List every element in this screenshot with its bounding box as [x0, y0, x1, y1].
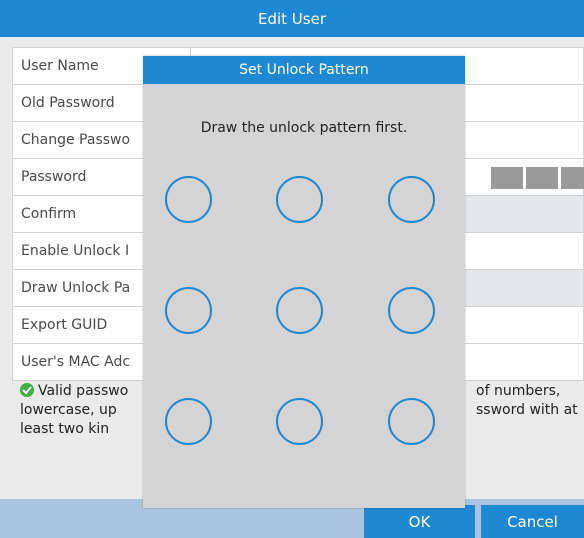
- set-unlock-pattern-dialog: Set Unlock Pattern Draw the unlock patte…: [143, 56, 465, 508]
- hint-line-2-right: ssword with at: [476, 402, 578, 418]
- pattern-dot-8[interactable]: [276, 398, 323, 445]
- ok-button[interactable]: OK: [364, 505, 475, 538]
- password-strength-meter: [491, 167, 584, 189]
- hint-line-3: least two kin: [20, 421, 110, 437]
- pattern-dot-9[interactable]: [388, 398, 435, 445]
- hint-line-1-right: of numbers,: [476, 383, 561, 399]
- pattern-dot-3[interactable]: [388, 176, 435, 223]
- pattern-dot-2[interactable]: [276, 176, 323, 223]
- pattern-dot-1[interactable]: [165, 176, 212, 223]
- window-title: Edit User: [0, 0, 584, 37]
- pattern-dot-4[interactable]: [165, 287, 212, 334]
- hint-right-text: of numbers, ssword with at: [476, 382, 584, 420]
- pattern-dot-5[interactable]: [276, 287, 323, 334]
- pattern-dot-6[interactable]: [388, 287, 435, 334]
- hint-line-2: lowercase, up: [20, 402, 117, 418]
- cancel-button[interactable]: Cancel: [481, 505, 584, 538]
- hint-line-1: Valid passwo: [38, 383, 129, 399]
- strength-segment: [491, 167, 523, 189]
- strength-segment: [526, 167, 558, 189]
- strength-segment: [561, 167, 584, 189]
- check-circle-icon: [20, 383, 34, 397]
- dialog-title: Set Unlock Pattern: [143, 56, 465, 84]
- pattern-dot-7[interactable]: [165, 398, 212, 445]
- dialog-instruction: Draw the unlock pattern first.: [200, 120, 408, 136]
